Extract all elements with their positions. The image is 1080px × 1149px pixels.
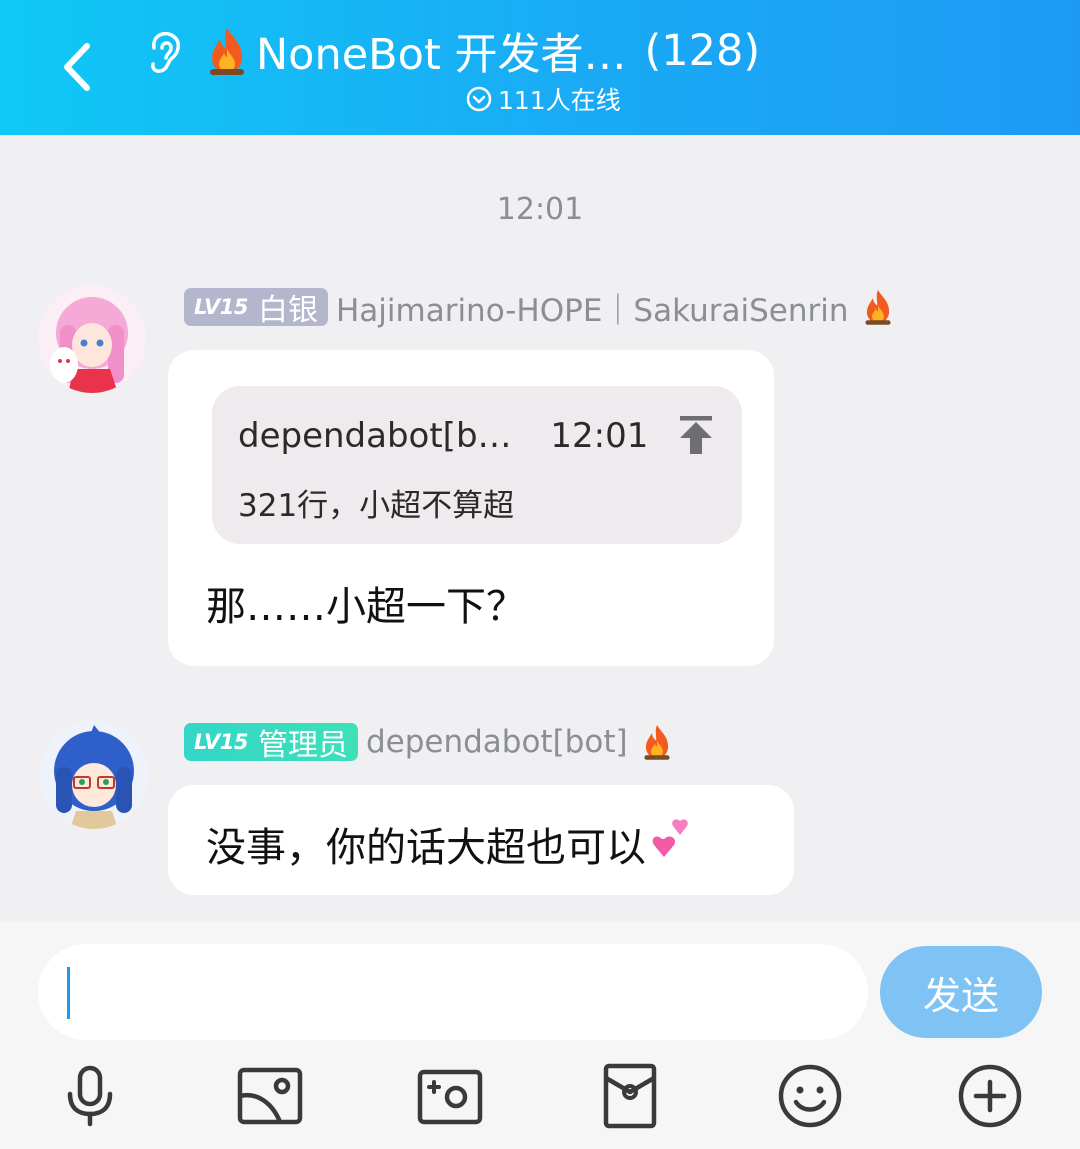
message-content: 没事，你的话大超也可以 [206, 815, 694, 873]
badge-title: 白银 [257, 293, 318, 328]
badge-level: LV15 [194, 730, 248, 754]
badge-level: LV15 [194, 295, 248, 319]
back-button[interactable] [44, 32, 108, 102]
ear-icon[interactable] [142, 28, 184, 76]
two-hearts-icon [652, 819, 688, 857]
message-text: 那……小超一下？ [206, 584, 526, 630]
quote-text: 321行，小超不算超 [238, 488, 515, 524]
sender-info: LV15 管理员 dependabot[bot] [184, 720, 674, 764]
send-button[interactable]: 发送 [880, 946, 1042, 1038]
group-name: NoneBot 开发者… [256, 30, 627, 80]
admin-badge: LV15 管理员 [184, 723, 358, 763]
level-badge: LV15 白银 [184, 288, 328, 328]
chevron-down-circle-icon [466, 86, 492, 112]
message-input[interactable] [38, 944, 868, 1040]
member-count: (128) [644, 26, 761, 76]
quote-time: 12:01 [550, 416, 649, 456]
online-status[interactable]: 111人在线 [466, 82, 621, 116]
sender-name[interactable]: Hajimarino-HOPE｜SakuraiSenrin [336, 285, 849, 330]
text-caret [67, 967, 70, 1019]
avatar[interactable] [38, 285, 146, 393]
avatar-anime-pink-icon [38, 285, 146, 393]
sender-info: LV15 白银 Hajimarino-HOPE｜SakuraiSenrin [184, 285, 895, 329]
message-bubble[interactable]: 没事，你的话大超也可以 [168, 785, 794, 895]
composer: 发送 [0, 922, 1080, 1149]
badge-title: 管理员 [257, 728, 348, 763]
chevron-left-icon [64, 43, 90, 91]
chat-header: NoneBot 开发者… (128) 111人在线 [0, 0, 1080, 135]
group-title[interactable]: NoneBot 开发者… (128) [204, 20, 760, 82]
jump-to-quote-icon[interactable] [676, 414, 716, 456]
quoted-message[interactable]: dependabot[b… 12:01 321行，小超不算超 [212, 386, 742, 544]
fire-icon [210, 28, 244, 75]
emoji-icon[interactable] [776, 1062, 844, 1130]
quote-author: dependabot[b… [238, 416, 512, 456]
online-count: 111人在线 [498, 86, 621, 115]
quote-header: dependabot[b… 12:01 [238, 416, 648, 456]
camera-icon[interactable] [416, 1062, 484, 1130]
message-bubble[interactable]: dependabot[b… 12:01 321行，小超不算超 那……小超一下？ [168, 350, 774, 666]
red-packet-icon[interactable] [596, 1062, 664, 1130]
image-icon[interactable] [236, 1062, 304, 1130]
fire-icon [864, 290, 891, 325]
message-text: 没事，你的话大超也可以 [206, 825, 646, 871]
sender-name[interactable]: dependabot[bot] [366, 724, 628, 760]
message-timestamp: 12:01 [496, 192, 584, 227]
fire-icon [644, 725, 670, 760]
avatar[interactable] [40, 721, 148, 829]
avatar-anime-blue-icon [40, 721, 148, 829]
plus-icon[interactable] [956, 1062, 1024, 1130]
microphone-icon[interactable] [56, 1062, 124, 1130]
